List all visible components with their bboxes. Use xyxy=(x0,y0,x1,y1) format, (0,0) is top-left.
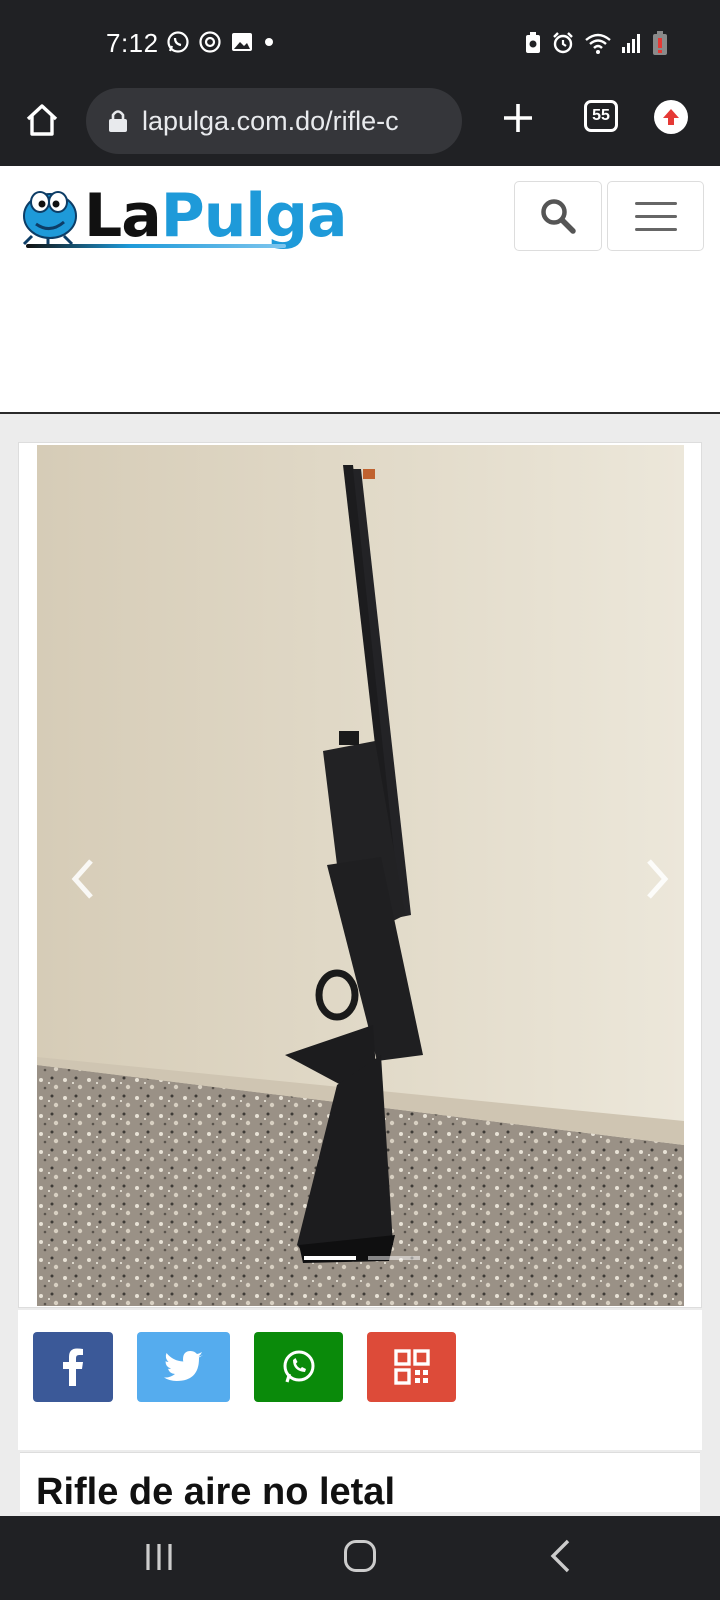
menu-toggle-button[interactable] xyxy=(607,181,704,251)
rifle-photo xyxy=(37,445,684,1306)
whatsapp-icon xyxy=(167,31,189,53)
image-icon xyxy=(232,33,252,51)
browser-menu-button[interactable] xyxy=(654,100,688,134)
system-navigation-bar xyxy=(0,1516,720,1600)
status-system-icons xyxy=(524,30,668,56)
logo-underline xyxy=(26,244,286,248)
battery-icon xyxy=(653,31,667,55)
logo-la: La xyxy=(84,181,162,251)
logo-text: LaPulga xyxy=(84,178,348,254)
flea-mascot-icon xyxy=(22,191,77,246)
sync-icon xyxy=(199,31,221,53)
share-qr-button[interactable] xyxy=(367,1332,456,1402)
back-icon[interactable] xyxy=(548,1538,572,1574)
listing-title: Rifle de aire no letal xyxy=(36,1471,395,1513)
share-whatsapp-button[interactable] xyxy=(254,1332,343,1402)
browser-toolbar: lapulga.com.do/rifle-c 55 xyxy=(0,88,720,166)
hamburger-line xyxy=(634,227,677,231)
home-icon xyxy=(26,104,58,136)
url-text: lapulga.com.do/rifle-c xyxy=(142,105,399,136)
wifi-icon xyxy=(585,33,611,54)
site-logo[interactable]: LaPulga xyxy=(18,178,347,254)
logo-pulga: Pulga xyxy=(160,181,348,251)
qr-code-icon xyxy=(393,1349,430,1385)
image-carousel xyxy=(18,442,702,1308)
share-facebook-button[interactable] xyxy=(33,1332,113,1402)
hamburger-line xyxy=(634,214,677,218)
recents-icon[interactable] xyxy=(144,1542,174,1572)
signal-icon xyxy=(622,34,640,53)
whatsapp-icon xyxy=(283,1350,314,1383)
lock-icon xyxy=(109,110,127,132)
share-twitter-button[interactable] xyxy=(137,1332,230,1402)
chevron-right-icon xyxy=(647,859,669,899)
update-arrow-icon xyxy=(663,109,679,125)
search-button[interactable] xyxy=(514,181,602,251)
share-buttons xyxy=(18,1310,702,1450)
home-button[interactable] xyxy=(22,100,62,140)
alarm-icon xyxy=(553,32,573,54)
dot-icon xyxy=(265,38,273,46)
facebook-icon xyxy=(63,1348,83,1386)
system-home-button[interactable] xyxy=(344,1540,376,1572)
twitter-icon xyxy=(163,1351,203,1381)
tab-switcher-button[interactable]: 55 xyxy=(584,100,618,132)
listing-photo[interactable] xyxy=(37,445,684,1306)
status-time: 7:12 xyxy=(106,28,159,58)
carousel-indicator-2[interactable] xyxy=(368,1256,420,1260)
site-header: LaPulga xyxy=(0,166,720,414)
carousel-indicator-1[interactable] xyxy=(304,1256,356,1260)
hamburger-line xyxy=(634,201,677,205)
status-bar: 7:12 xyxy=(0,0,720,88)
plus-icon xyxy=(504,104,532,132)
carousel-next-button[interactable] xyxy=(637,849,677,909)
carousel-indicators xyxy=(304,1256,420,1260)
new-tab-button[interactable] xyxy=(498,98,538,138)
chevron-left-icon xyxy=(71,859,93,899)
status-notification-icons xyxy=(166,30,276,54)
url-bar[interactable]: lapulga.com.do/rifle-c xyxy=(86,88,462,154)
search-icon xyxy=(541,199,576,234)
listing-title-card: Rifle de aire no letal xyxy=(20,1452,700,1513)
battery-saver-icon xyxy=(526,32,540,53)
carousel-prev-button[interactable] xyxy=(63,849,103,909)
